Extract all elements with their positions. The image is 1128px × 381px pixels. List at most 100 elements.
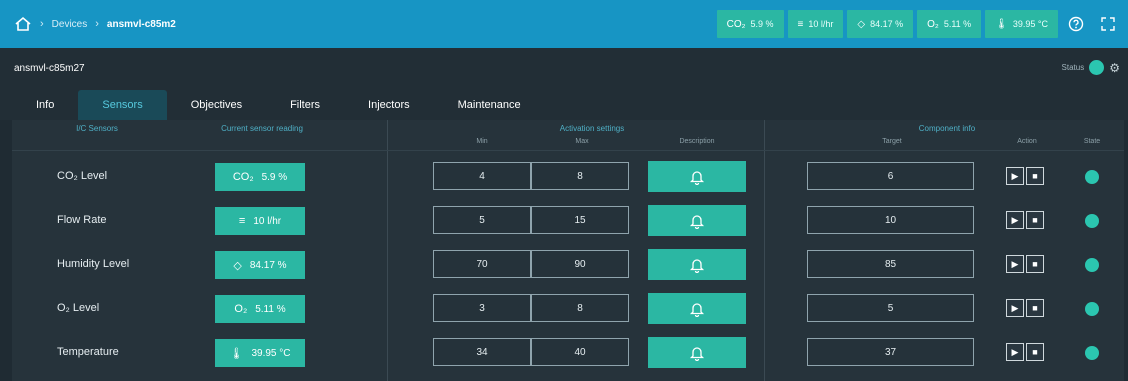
co2-icon: CO₂: [232, 171, 254, 183]
target-input[interactable]: 5: [807, 294, 974, 322]
chip-flow[interactable]: ≡ 10 l/hr: [787, 10, 844, 38]
max-input[interactable]: 40: [531, 338, 629, 366]
alarm-button[interactable]: [648, 293, 746, 324]
o2-icon: O₂: [234, 303, 248, 315]
fullscreen-icon[interactable]: [1094, 10, 1122, 38]
sensor-row-temperature: Temperature 🌡 39.95 °C 34 40 37 ▶ ■: [12, 336, 1124, 370]
target-input[interactable]: 37: [807, 338, 974, 366]
breadcrumb-devices[interactable]: Devices: [52, 19, 88, 30]
help-icon[interactable]: [1062, 10, 1090, 38]
min-input[interactable]: 70: [433, 250, 531, 278]
header-description: Description: [679, 138, 715, 145]
gear-icon[interactable]: ⚙: [1109, 61, 1120, 75]
play-button[interactable]: ▶: [1006, 343, 1024, 361]
stop-button[interactable]: ■: [1026, 167, 1044, 185]
chip-value: 5.9 %: [750, 19, 774, 29]
state-indicator: [1085, 214, 1099, 228]
sensor-name: Flow Rate: [57, 214, 107, 226]
bell-icon: [689, 346, 705, 361]
min-input[interactable]: 5: [433, 206, 531, 234]
alarm-button[interactable]: [648, 205, 746, 236]
sensor-name: O₂ Level: [57, 302, 100, 314]
chip-humidity[interactable]: ◇ 84.17 %: [847, 10, 914, 38]
min-input[interactable]: 3: [433, 294, 531, 322]
alarm-button[interactable]: [648, 249, 746, 280]
sensor-reading: ≡ 10 l/hr: [215, 207, 305, 235]
droplet-icon: ◇: [857, 18, 866, 30]
sensor-row-humidity: Humidity Level ◇ 84.17 % 70 90 85 ▶ ■: [12, 248, 1124, 282]
alarm-button[interactable]: [648, 161, 746, 192]
home-icon[interactable]: [14, 16, 32, 32]
tab-objectives[interactable]: Objectives: [167, 90, 266, 120]
header-activation-settings: Activation settings: [559, 124, 625, 133]
tab-bar: Info Sensors Objectives Filters Injector…: [0, 88, 1128, 120]
bell-icon: [689, 214, 705, 229]
tab-info[interactable]: Info: [12, 90, 78, 120]
reading-value: 84.17 %: [249, 259, 287, 271]
tab-maintenance[interactable]: Maintenance: [434, 90, 545, 120]
flow-icon: ≡: [797, 18, 804, 30]
header-max: Max: [575, 138, 589, 145]
max-input[interactable]: 8: [531, 162, 629, 190]
reading-value: 39.95 °C: [251, 347, 291, 359]
state-indicator: [1085, 302, 1099, 316]
thermometer-icon: 🌡: [229, 347, 244, 360]
alarm-button[interactable]: [648, 337, 746, 368]
reading-value: 5.9 %: [261, 171, 288, 183]
chevron-right-icon: ›: [95, 18, 99, 30]
bell-icon: [689, 302, 705, 317]
target-input[interactable]: 10: [807, 206, 974, 234]
header-target: Target: [882, 138, 902, 145]
flow-icon: ≡: [238, 215, 246, 227]
min-input[interactable]: 4: [433, 162, 531, 190]
stop-button[interactable]: ■: [1026, 255, 1044, 273]
stop-button[interactable]: ■: [1026, 211, 1044, 229]
min-input[interactable]: 34: [433, 338, 531, 366]
tab-filters[interactable]: Filters: [266, 90, 344, 120]
tab-sensors[interactable]: Sensors: [78, 90, 167, 120]
header-current-reading: Current sensor reading: [221, 124, 303, 133]
sensor-reading: O₂ 5.11 %: [215, 295, 305, 323]
sensors-panel: I/C Sensors Current sensor reading Activ…: [12, 120, 1124, 381]
target-input[interactable]: 6: [807, 162, 974, 190]
device-status: Status ⚙: [1062, 60, 1120, 75]
target-input[interactable]: 85: [807, 250, 974, 278]
tab-injectors[interactable]: Injectors: [344, 90, 434, 120]
bell-icon: [689, 258, 705, 273]
thermometer-icon: 🌡: [995, 18, 1008, 30]
reading-value: 5.11 %: [255, 303, 286, 315]
state-indicator: [1085, 170, 1099, 184]
header-action: Action: [1017, 138, 1037, 145]
play-button[interactable]: ▶: [1006, 255, 1024, 273]
play-button[interactable]: ▶: [1006, 299, 1024, 317]
max-input[interactable]: 15: [531, 206, 629, 234]
sensor-reading: 🌡 39.95 °C: [215, 339, 305, 367]
device-header: ansmvl-c85m27 Status ⚙: [0, 48, 1128, 88]
sensor-reading: ◇ 84.17 %: [215, 251, 305, 279]
bell-icon: [689, 170, 705, 185]
status-label: Status: [1061, 63, 1085, 72]
chip-value: 10 l/hr: [808, 19, 834, 29]
sensor-summary-chips: CO₂ 5.9 % ≡ 10 l/hr ◇ 84.17 % O₂ 5.11 % 🌡 39.…: [716, 10, 1128, 38]
play-button[interactable]: ▶: [1006, 211, 1024, 229]
stop-button[interactable]: ■: [1026, 343, 1044, 361]
play-button[interactable]: ▶: [1006, 167, 1024, 185]
header-component-info: Component info: [918, 124, 976, 133]
status-indicator: [1089, 60, 1105, 75]
sensor-reading: CO₂ 5.9 %: [215, 163, 305, 191]
chip-co2[interactable]: CO₂ 5.9 %: [716, 10, 784, 38]
chip-value: 84.17 %: [870, 19, 904, 29]
droplet-icon: ◇: [233, 259, 242, 272]
header-sensors: I/C Sensors: [76, 124, 118, 133]
reading-value: 10 l/hr: [253, 215, 282, 227]
top-bar: › Devices › ansmvl-c85m2 CO₂ 5.9 % ≡ 10 l/…: [0, 0, 1128, 48]
sensor-row-o2: O₂ Level O₂ 5.11 % 3 8 5 ▶ ■: [12, 292, 1124, 326]
max-input[interactable]: 90: [531, 250, 629, 278]
header-divider: [12, 150, 1124, 151]
chip-temperature[interactable]: 🌡 39.95 °C: [985, 10, 1058, 38]
breadcrumb-device: ansmvl-c85m2: [106, 18, 176, 30]
stop-button[interactable]: ■: [1026, 299, 1044, 317]
max-input[interactable]: 8: [531, 294, 629, 322]
chip-o2[interactable]: O₂ 5.11 %: [917, 10, 982, 38]
sensor-name: Humidity Level: [57, 258, 130, 270]
